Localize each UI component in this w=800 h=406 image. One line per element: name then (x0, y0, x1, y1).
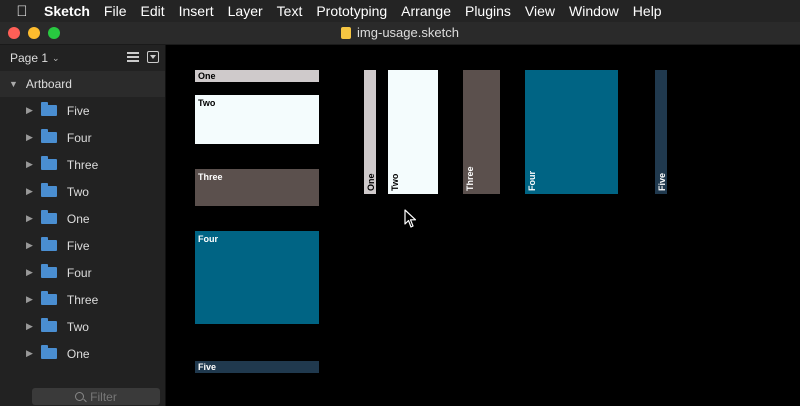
menu-plugins[interactable]: Plugins (465, 3, 511, 19)
folder-icon (40, 210, 57, 224)
disclosure-collapsed-icon[interactable]: ▶ (26, 348, 33, 359)
canvas-layer-label: Five (198, 362, 217, 372)
page-selector[interactable]: Page 1 ⌄ (0, 45, 165, 71)
chevron-down-icon: ⌄ (52, 52, 60, 63)
canvas-layer-label: Five (657, 172, 667, 191)
canvas-layer-four-rotated[interactable]: Four (525, 70, 618, 194)
folder-icon (40, 129, 57, 143)
layer-group-row[interactable]: ▶ Four (0, 124, 165, 151)
folder-icon (40, 318, 57, 332)
folder-icon (40, 291, 57, 305)
collapse-layers-icon[interactable] (147, 51, 159, 63)
layer-group-row[interactable]: ▶ Three (0, 151, 165, 178)
canvas-layer-two[interactable]: Two (195, 95, 319, 144)
menu-window[interactable]: Window (569, 3, 619, 19)
layer-group-row[interactable]: ▶ Two (0, 178, 165, 205)
layer-group-row[interactable]: ▶ One (0, 340, 165, 367)
folder-icon (40, 237, 57, 251)
canvas-layer-three[interactable]: Three (195, 169, 319, 206)
mouse-cursor-icon (404, 209, 417, 228)
canvas-layer-two-rotated[interactable]: Two (388, 70, 438, 194)
disclosure-expanded-icon[interactable]: ▼ (9, 79, 18, 89)
canvas-layer-label: One (198, 71, 216, 81)
disclosure-collapsed-icon[interactable]: ▶ (26, 294, 33, 305)
canvas-layer-label: Three (198, 172, 223, 182)
canvas-layer-label: Four (198, 234, 218, 244)
folder-icon (40, 345, 57, 359)
layer-filter-placeholder: Filter (90, 389, 117, 404)
menu-prototyping[interactable]: Prototyping (316, 3, 387, 19)
disclosure-collapsed-icon[interactable]: ▶ (26, 267, 33, 278)
folder-icon (40, 183, 57, 197)
folder-icon (40, 264, 57, 278)
layer-filter-input[interactable]: Filter (32, 388, 160, 405)
apple-icon[interactable]:  (0, 3, 44, 20)
sketch-file-icon (341, 27, 352, 39)
layer-label: Three (66, 157, 99, 172)
layer-group-row[interactable]: ▶ One (0, 205, 165, 232)
document-title: img-usage.sketch (0, 25, 800, 40)
page-selector-label: Page 1 (10, 51, 49, 65)
artboard-row[interactable]: ▼ Artboard (0, 71, 165, 97)
document-title-text: img-usage.sketch (357, 25, 459, 40)
disclosure-collapsed-icon[interactable]: ▶ (26, 321, 33, 332)
layer-label: Two (66, 319, 89, 334)
artboard-label: Artboard (25, 77, 72, 91)
canvas-layer-five-rotated[interactable]: Five (655, 70, 667, 194)
folder-icon (40, 156, 57, 170)
disclosure-collapsed-icon[interactable]: ▶ (26, 132, 33, 143)
disclosure-collapsed-icon[interactable]: ▶ (26, 105, 33, 116)
menu-view[interactable]: View (525, 3, 555, 19)
folder-icon (40, 102, 57, 116)
canvas-layer-one-rotated[interactable]: One (364, 70, 376, 194)
layer-group-row[interactable]: ▶ Four (0, 259, 165, 286)
layer-group-row[interactable]: ▶ Five (0, 97, 165, 124)
window-titlebar: img-usage.sketch (0, 22, 800, 45)
layer-label: Two (66, 184, 89, 199)
canvas-layer-label: Four (527, 171, 537, 191)
canvas-layer-four[interactable]: Four (195, 231, 319, 324)
layer-label: Four (66, 265, 92, 280)
layer-group-row[interactable]: ▶ Five (0, 232, 165, 259)
canvas-layer-one[interactable]: One (195, 70, 319, 82)
layer-group-row[interactable]: ▶ Two (0, 313, 165, 340)
layer-group-row[interactable]: ▶ Three (0, 286, 165, 313)
disclosure-collapsed-icon[interactable]: ▶ (26, 159, 33, 170)
canvas-layer-five[interactable]: Five (195, 361, 319, 373)
menu-help[interactable]: Help (633, 3, 662, 19)
layer-label: Three (66, 292, 99, 307)
canvas-layer-three-rotated[interactable]: Three (463, 70, 500, 194)
disclosure-collapsed-icon[interactable]: ▶ (26, 186, 33, 197)
search-icon (75, 392, 85, 401)
disclosure-collapsed-icon[interactable]: ▶ (26, 213, 33, 224)
menu-insert[interactable]: Insert (179, 3, 214, 19)
layer-label: Five (66, 238, 90, 253)
canvas-layer-label: Two (198, 98, 216, 108)
menu-text[interactable]: Text (277, 3, 303, 19)
layer-label: One (66, 346, 90, 361)
layer-label: Five (66, 103, 90, 118)
menu-file[interactable]: File (104, 3, 127, 19)
list-view-icon[interactable] (127, 52, 139, 62)
layers-sidebar: Page 1 ⌄ ▼ Artboard ▶ Five ▶ Four ▶ Three ▶… (0, 45, 166, 406)
menu-app-sketch[interactable]: Sketch (44, 3, 90, 19)
menu-edit[interactable]: Edit (140, 3, 164, 19)
menu-bar:  Sketch File Edit Insert Layer Text Pro… (0, 0, 800, 22)
menu-layer[interactable]: Layer (228, 3, 263, 19)
menu-arrange[interactable]: Arrange (401, 3, 451, 19)
layer-label: One (66, 211, 90, 226)
design-canvas[interactable]: One Two Three Four Five One Two Three Fo… (166, 45, 800, 406)
layer-label: Four (66, 130, 92, 145)
disclosure-collapsed-icon[interactable]: ▶ (26, 240, 33, 251)
